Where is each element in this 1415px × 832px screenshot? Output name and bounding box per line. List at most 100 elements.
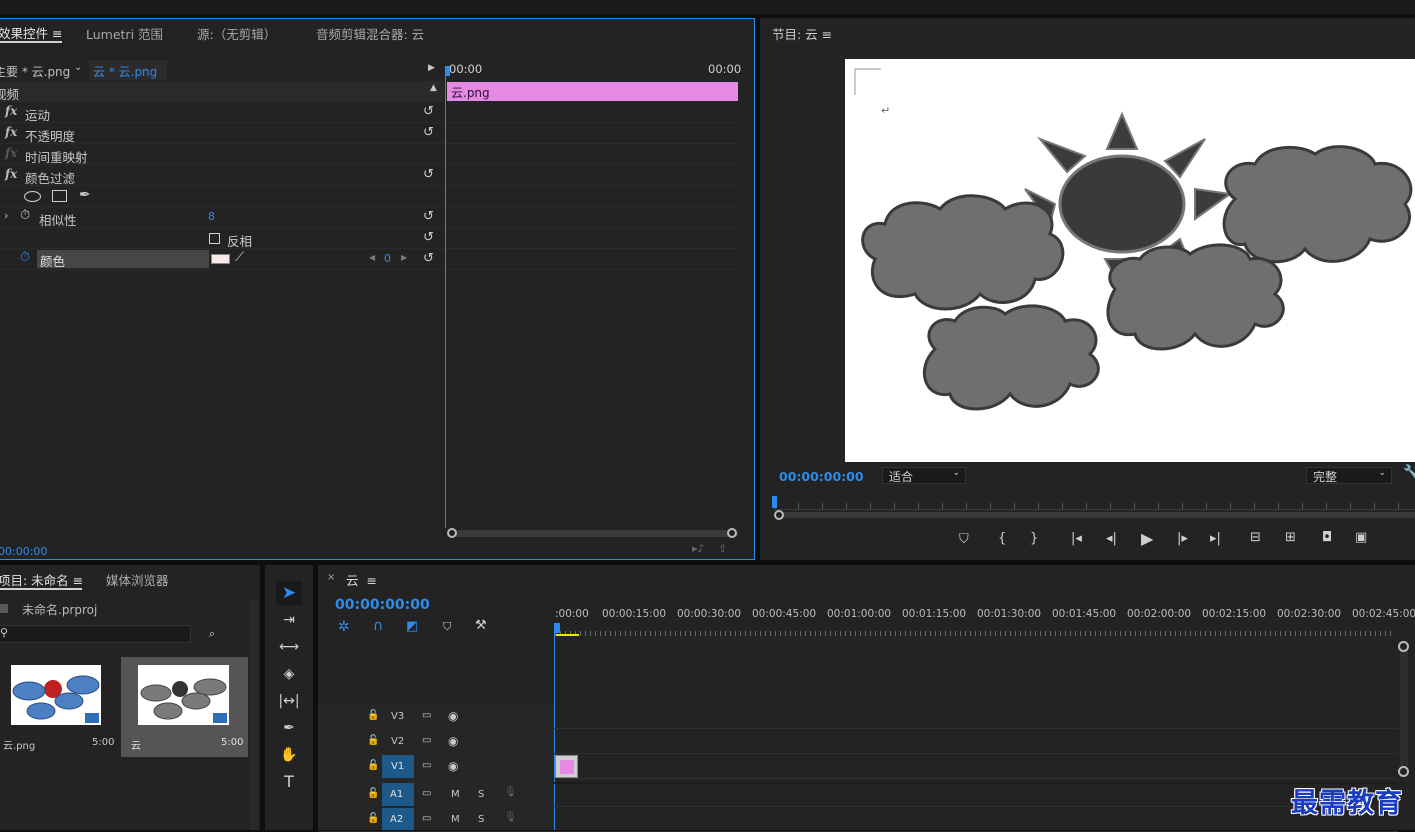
lock-icon[interactable]: 🔓 <box>367 735 379 746</box>
compare-icon[interactable]: ▣ <box>1355 530 1367 545</box>
mute-button[interactable]: M <box>451 814 460 825</box>
eye-icon[interactable]: ◉ <box>448 759 458 773</box>
chevron-down-icon[interactable]: ⌄ <box>74 62 82 73</box>
tab-media-browser[interactable]: 媒体浏览器 <box>106 570 169 589</box>
clip-bar[interactable]: 云.png <box>447 82 738 101</box>
film-icon[interactable]: ▭ <box>422 813 431 824</box>
timeline-clip[interactable] <box>555 755 578 778</box>
slip-tool-icon[interactable]: |↔| <box>276 689 302 713</box>
tab-lumetri[interactable]: Lumetri 范围 <box>86 24 163 43</box>
play-icon[interactable]: ▶ <box>1141 529 1153 548</box>
scroll-handle-top[interactable] <box>1398 641 1409 652</box>
program-zoom-bar[interactable] <box>778 512 1415 518</box>
eyedropper-icon[interactable]: ⟋ <box>235 250 244 265</box>
invert-checkbox[interactable] <box>209 233 220 244</box>
program-ruler[interactable] <box>774 496 1415 510</box>
lock-icon[interactable]: 🔓 <box>367 710 379 721</box>
timeline-ruler[interactable] <box>555 626 1395 636</box>
snap-icon[interactable]: ∩ <box>373 618 383 634</box>
menu-icon[interactable]: ≡ <box>822 27 832 42</box>
work-area-bar[interactable] <box>556 634 579 636</box>
microphone-icon[interactable]: 🎙 <box>504 812 517 823</box>
menu-icon[interactable]: ≡ <box>73 573 83 588</box>
similarity-value[interactable]: 8 <box>208 210 215 223</box>
lock-icon[interactable]: 🔓 <box>367 760 379 771</box>
solo-button[interactable]: S <box>478 789 484 800</box>
lock-icon[interactable]: 🔓 <box>367 813 379 824</box>
tab-audio-mixer[interactable]: 音频剪辑混合器: 云 <box>316 24 424 43</box>
reset-icon[interactable]: ↺ <box>423 167 434 182</box>
reset-icon[interactable]: ↺ <box>423 125 434 140</box>
add-marker-icon[interactable]: ⛉ <box>959 532 969 547</box>
selection-tool-icon[interactable]: ➤ <box>276 581 302 605</box>
mark-in-icon[interactable]: { <box>998 531 1006 546</box>
play-audio-icon[interactable]: ▸♪ <box>692 542 705 555</box>
project-item-selected[interactable]: 云 5:00 <box>121 657 248 757</box>
go-to-in-icon[interactable]: |◂ <box>1071 531 1082 546</box>
eye-icon[interactable]: ◉ <box>448 734 458 748</box>
film-icon[interactable]: ▭ <box>422 760 431 771</box>
close-icon[interactable]: × <box>327 572 335 583</box>
stopwatch-icon[interactable]: ⏱ <box>20 250 30 265</box>
project-search-input[interactable] <box>0 625 191 643</box>
wrench-icon[interactable]: ⚒ <box>475 618 487 633</box>
menu-icon[interactable]: ≡ <box>366 573 376 588</box>
effect-timecode[interactable]: 00:00:00 <box>0 545 47 558</box>
stopwatch-icon[interactable]: ⏱ <box>20 208 30 223</box>
nest-icon[interactable]: ✲ <box>338 619 350 635</box>
fit-dropdown[interactable]: 适合 ⌄ <box>882 467 966 484</box>
type-tool-icon[interactable]: T <box>276 770 302 794</box>
sequence-tab[interactable]: 云 ≡ <box>346 570 377 589</box>
master-label[interactable]: 主要 * 云.png <box>0 63 70 80</box>
ellipse-mask-icon[interactable] <box>24 191 41 202</box>
next-keyframe-icon[interactable]: ▶ <box>401 253 407 262</box>
razor-icon[interactable]: ◈ <box>276 662 302 686</box>
fx-icon[interactable]: fx <box>5 146 17 160</box>
export-icon[interactable]: ⇪ <box>718 542 727 555</box>
reset-icon[interactable]: ↺ <box>423 104 434 119</box>
extract-icon[interactable]: ⊞ <box>1285 530 1296 545</box>
tab-project[interactable]: 项目: 未命名 ≡ <box>0 570 83 589</box>
step-back-icon[interactable]: ◂| <box>1106 531 1117 546</box>
playhead-marker[interactable] <box>445 66 450 76</box>
film-icon[interactable]: ▭ <box>422 788 431 799</box>
rectangle-mask-icon[interactable] <box>52 190 67 202</box>
film-icon[interactable]: ▭ <box>422 735 431 746</box>
project-item[interactable]: 云.png 5:00 <box>0 657 118 757</box>
collapse-icon[interactable]: ▲ <box>430 83 437 93</box>
menu-icon[interactable]: ≡ <box>52 26 62 41</box>
timeline-playhead-marker[interactable] <box>554 623 560 633</box>
fx-icon[interactable]: fx <box>5 104 17 118</box>
program-zoom-handle[interactable] <box>774 510 784 520</box>
hand-tool-icon[interactable]: ✋ <box>276 743 302 767</box>
solo-button[interactable]: S <box>478 814 484 825</box>
reset-icon[interactable]: ↺ <box>423 230 434 245</box>
pen-icon[interactable]: ✒ <box>79 187 91 203</box>
program-playhead[interactable] <box>772 496 777 508</box>
wrench-icon[interactable]: 🔧 <box>1403 465 1415 480</box>
clip-label[interactable]: 云 * 云.png <box>89 60 167 80</box>
tab-effect-controls[interactable]: 效果控件 ≡ <box>0 23 62 42</box>
scroll-handle-bottom[interactable] <box>1398 766 1409 777</box>
tab-source[interactable]: 源:（无剪辑） <box>197 24 276 43</box>
film-icon[interactable]: ▭ <box>422 710 431 721</box>
prev-keyframe-icon[interactable]: ◀ <box>369 253 375 262</box>
reset-icon[interactable]: ↺ <box>423 251 434 266</box>
find-icon[interactable]: ⌕ <box>209 627 215 641</box>
camera-icon[interactable]: ◘ <box>1322 530 1332 545</box>
scroll-handle-right[interactable] <box>727 528 737 538</box>
reset-icon[interactable]: ↺ <box>423 209 434 224</box>
lock-icon[interactable]: 🔓 <box>367 788 379 799</box>
marker-icon[interactable]: ⛉ <box>443 620 451 634</box>
scroll-handle-left[interactable] <box>447 528 457 538</box>
mark-out-icon[interactable]: } <box>1030 531 1038 546</box>
effect-time-remap[interactable]: fx 时间重映射 <box>0 144 444 165</box>
go-to-out-icon[interactable]: ▸| <box>1210 531 1221 546</box>
timeline-v-scrollbar[interactable] <box>1400 642 1408 777</box>
color-swatch[interactable] <box>211 254 230 264</box>
track-select-icon[interactable]: ⇥ <box>276 608 302 632</box>
effect-opacity[interactable]: fx 不透明度 ↺ <box>0 123 444 144</box>
play-small-icon[interactable]: ▶ <box>428 63 435 73</box>
mute-button[interactable]: M <box>451 789 460 800</box>
timeline-timecode[interactable]: 00:00:00:00 <box>335 597 430 613</box>
